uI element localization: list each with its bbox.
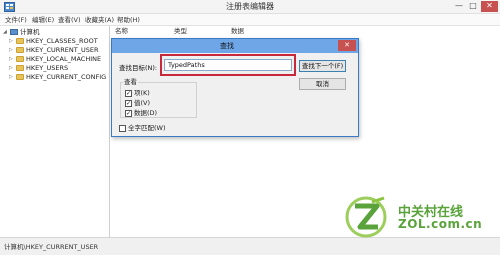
expand-icon[interactable]: ▷	[9, 37, 13, 45]
dialog-titlebar: 查找 ✕	[112, 39, 358, 53]
option-keys[interactable]: ✓ 项(K)	[125, 89, 150, 97]
dialog-close-button[interactable]: ✕	[338, 40, 356, 51]
tree-label: HKEY_USERS	[26, 64, 69, 72]
folder-icon	[16, 56, 24, 62]
menu-favorites[interactable]: 收藏夹(A)	[85, 14, 114, 26]
option-match-whole-label: 全字匹配(W)	[128, 124, 166, 132]
find-dialog: 查找 ✕ 查找目标(N): TypedPaths 查找下一个(F) 取消 查看 …	[111, 38, 359, 137]
status-path: 计算机\HKEY_CURRENT_USER	[4, 243, 99, 251]
highlight-annotation	[160, 54, 296, 76]
window-title: 注册表编辑器	[226, 2, 274, 11]
tree-label: HKEY_CURRENT_CONFIG	[26, 73, 107, 81]
checkbox-match-whole[interactable]	[119, 124, 126, 132]
option-data-label: 数据(D)	[134, 109, 158, 117]
dialog-title: 查找	[220, 42, 234, 50]
column-header-type[interactable]: 类型	[174, 26, 187, 36]
menu-file[interactable]: 文件(F)	[5, 14, 27, 26]
folder-icon	[16, 74, 24, 80]
window-titlebar: 注册表编辑器 — □ ✕	[0, 0, 500, 14]
find-what-label: 查找目标(N):	[119, 64, 158, 72]
menu-help[interactable]: 帮助(H)	[117, 14, 140, 26]
tree-label: HKEY_LOCAL_MACHINE	[26, 55, 102, 63]
option-data[interactable]: ✓ 数据(D)	[125, 109, 157, 117]
maximize-button[interactable]: □	[466, 1, 480, 12]
menu-view[interactable]: 查看(V)	[58, 14, 81, 26]
checkbox-keys[interactable]: ✓	[125, 89, 132, 97]
expand-icon[interactable]: ▷	[9, 73, 13, 81]
column-header-data[interactable]: 数据	[231, 26, 244, 36]
registry-tree: ◢ 计算机 ▷ HKEY_CLASSES_ROOT ▷ HKEY_CURRENT…	[0, 26, 110, 237]
option-values[interactable]: ✓ 值(V)	[125, 99, 150, 107]
brand-name-en: ZOL.com.cn	[398, 217, 483, 231]
expand-icon[interactable]: ▷	[9, 64, 13, 72]
tree-label: 计算机	[20, 28, 40, 36]
expand-icon[interactable]: ▷	[9, 55, 13, 63]
folder-icon	[16, 65, 24, 71]
option-match-whole[interactable]: 全字匹配(W)	[119, 124, 166, 132]
tree-label: HKEY_CLASSES_ROOT	[26, 37, 98, 45]
computer-icon	[10, 29, 18, 35]
tree-label: HKEY_CURRENT_USER	[26, 46, 99, 54]
checkbox-data[interactable]: ✓	[125, 109, 132, 117]
menu-bar: 文件(F) 编辑(E) 查看(V) 收藏夹(A) 帮助(H)	[0, 14, 500, 26]
option-keys-label: 项(K)	[134, 89, 150, 97]
expand-icon[interactable]: ▷	[9, 46, 13, 54]
menu-edit[interactable]: 编辑(E)	[32, 14, 54, 26]
status-bar: 计算机\HKEY_CURRENT_USER	[0, 237, 500, 255]
option-values-label: 值(V)	[134, 99, 151, 107]
folder-icon	[16, 47, 24, 53]
folder-icon	[16, 38, 24, 44]
cancel-button[interactable]: 取消	[299, 78, 346, 90]
look-at-label: 查看	[123, 76, 138, 86]
checkbox-values[interactable]: ✓	[125, 99, 132, 107]
find-next-button[interactable]: 查找下一个(F)	[299, 60, 346, 72]
column-header-name[interactable]: 名称	[115, 26, 128, 36]
minimize-button[interactable]: —	[452, 1, 466, 12]
collapse-icon[interactable]: ◢	[3, 28, 7, 36]
close-button[interactable]: ✕	[481, 1, 498, 12]
